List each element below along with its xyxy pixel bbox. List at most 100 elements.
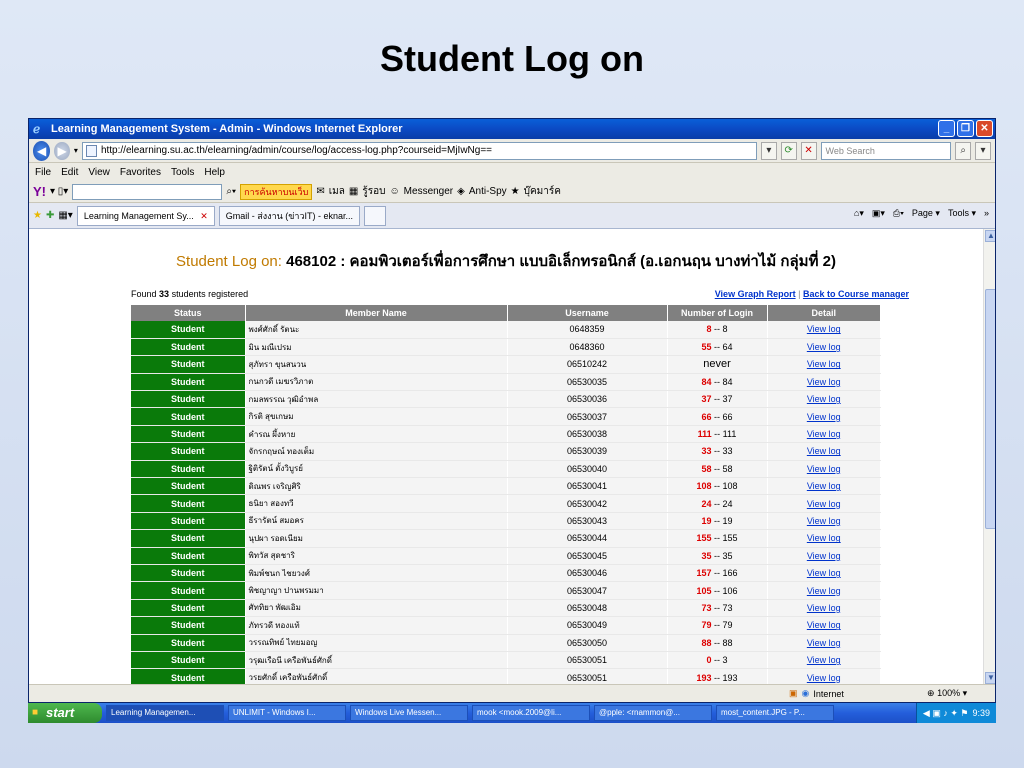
found-count: 33 (159, 289, 170, 299)
view-graph-report-link[interactable]: View Graph Report (715, 289, 796, 299)
page-menu[interactable]: Page ▾ (912, 208, 940, 219)
status-cell: Student (131, 477, 246, 496)
forward-button[interactable]: ▶ (54, 141, 70, 160)
antispy-button[interactable]: Anti-Spy (469, 186, 507, 197)
view-log-link[interactable]: View log (807, 586, 841, 596)
url-input[interactable]: http://elearning.su.ac.th/elearning/admi… (81, 141, 757, 160)
view-log-link[interactable]: View log (807, 638, 841, 648)
view-log-link[interactable]: View log (807, 394, 841, 404)
view-log-link[interactable]: View log (807, 359, 841, 369)
task-mook[interactable]: mook <mook.2009@li... (472, 705, 590, 721)
view-log-link[interactable]: View log (807, 481, 841, 491)
quick-tabs-icon[interactable]: ▦▾ (58, 210, 72, 221)
view-log-link[interactable]: View log (807, 499, 841, 509)
login-total: 73 (722, 602, 733, 613)
view-log-link[interactable]: View log (807, 533, 841, 543)
login-recent: 111 (697, 429, 712, 440)
minimize-button[interactable]: _ (938, 120, 955, 137)
view-log-link[interactable]: View log (807, 516, 841, 526)
view-log-link[interactable]: View log (807, 603, 841, 613)
scroll-up-icon[interactable]: ▲ (985, 230, 995, 242)
table-row: Student วรุฒเรือนี เครือพันธ์ศักดิ์ 065300… (131, 651, 881, 670)
view-log-link[interactable]: View log (807, 377, 841, 387)
view-log-link[interactable]: View log (807, 464, 841, 474)
vertical-scrollbar[interactable]: ▲ ▼ (983, 229, 995, 685)
task-lms[interactable]: Learning Managemen... (106, 705, 224, 721)
web-search-input[interactable]: Web Search (820, 141, 952, 160)
login-count-cell: 193 -- 193 (667, 668, 768, 685)
back-to-course-link[interactable]: Back to Course manager (803, 289, 909, 299)
tools-menu[interactable]: Tools ▾ (948, 208, 976, 219)
close-button[interactable]: ✕ (976, 120, 993, 137)
toolbar-search-input[interactable] (72, 183, 223, 200)
task-apple[interactable]: @pple: <rnammon@... (594, 705, 712, 721)
task-most-content[interactable]: most_content.JPG - P... (716, 705, 834, 721)
favorites-star-icon[interactable]: ★ (33, 210, 42, 221)
view-log-link[interactable]: View log (807, 342, 841, 352)
status-cell: Student (131, 651, 246, 670)
menu-view[interactable]: View (88, 167, 110, 178)
search-icon[interactable]: ⌕ (955, 141, 972, 160)
messenger-button[interactable]: Messenger (404, 186, 453, 197)
scroll-thumb[interactable] (985, 289, 995, 529)
back-button[interactable]: ◀ (33, 140, 51, 161)
home-icon[interactable]: ⌂▾ (854, 208, 864, 219)
task-unlimit[interactable]: UNLIMIT - Windows I... (228, 705, 346, 721)
search-options-button[interactable]: ▾ (975, 141, 991, 160)
web-search-button[interactable]: การค้นหาบนเว็บ (240, 183, 313, 200)
zoom-control[interactable]: ⊕ 100% ▾ (927, 688, 967, 699)
member-name-cell: ฐิติรัตน์ ตั้งวิบูรย์ (245, 460, 508, 479)
history-dropdown-icon[interactable]: ▾ (74, 146, 78, 155)
view-log-link[interactable]: View log (807, 551, 841, 561)
username-cell: 06530051 (507, 668, 668, 685)
table-row: Student ธีรารัตน์ สมอคร 06530043 19 -- 19 Vi… (131, 512, 881, 531)
bookmarks-button[interactable]: บุ๊คมาร์ค (524, 184, 561, 199)
tray-icons[interactable]: ◀ ▣ ♪ ✦ ⚑ (923, 708, 969, 719)
toolbar-search-icon[interactable]: ⌕▾ (226, 186, 236, 197)
view-log-link[interactable]: View log (807, 673, 841, 683)
yahoo-logo-icon[interactable]: Y! (33, 184, 46, 199)
table-row: Student สุภัทรา ขุนสนวน 06510242 never View … (131, 355, 881, 374)
view-log-link[interactable]: View log (807, 655, 841, 665)
add-favorites-icon[interactable]: ✚ (46, 210, 54, 221)
member-name-cell: พงศ์ศักดิ์ รัตนะ (245, 321, 508, 339)
menu-help[interactable]: Help (204, 167, 225, 178)
menu-file[interactable]: File (35, 167, 51, 178)
scroll-down-icon[interactable]: ▼ (985, 672, 995, 684)
tab-close-icon[interactable]: ✕ (200, 211, 208, 221)
member-name-cell: วรุฒเรือนี เครือพันธ์ศักดิ์ (245, 651, 508, 670)
refresh-button[interactable]: ⟳ (780, 141, 797, 160)
login-count-cell: 35 -- 35 (667, 547, 768, 565)
menu-edit[interactable]: Edit (61, 167, 78, 178)
new-tab-button[interactable] (364, 205, 387, 226)
view-log-link[interactable]: View log (807, 429, 841, 439)
window-titlebar[interactable]: ℯ Learning Management System - Admin - W… (29, 119, 995, 139)
stop-button[interactable]: ✕ (800, 141, 817, 160)
menu-favorites[interactable]: Favorites (120, 167, 161, 178)
tab-gmail[interactable]: Gmail - ส่งงาน (ข่าวIT) - eknar... (218, 205, 361, 226)
print-icon[interactable]: ⎙▾ (893, 208, 904, 219)
page-heading: Student Log on: 468102 : คอมพิวเตอร์เพื่… (29, 249, 983, 273)
mail-button[interactable]: เมล (329, 184, 345, 199)
start-button[interactable]: start (28, 703, 102, 723)
login-recent: 157 (696, 568, 712, 579)
task-messenger[interactable]: Windows Live Messen... (350, 705, 468, 721)
view-log-link[interactable]: View log (807, 568, 841, 578)
tab-lms[interactable]: Learning Management Sy... ✕ (76, 205, 215, 226)
zoom-dropdown-icon[interactable]: ▾ (963, 688, 968, 698)
feeds-icon[interactable]: ▣▾ (872, 208, 885, 219)
view-log-link[interactable]: View log (807, 324, 841, 334)
view-log-link[interactable]: View log (807, 446, 841, 456)
news-button[interactable]: รู้รอบ (362, 184, 385, 199)
login-recent: 108 (696, 481, 712, 492)
login-count-cell: 73 -- 73 (667, 599, 768, 618)
url-dropdown-button[interactable]: ▾ (760, 141, 777, 160)
chevron-more-icon[interactable]: » (984, 208, 989, 219)
menu-tools[interactable]: Tools (171, 167, 194, 178)
view-log-link[interactable]: View log (807, 620, 841, 630)
toolbar-options-icon[interactable]: ▾ ▯▾ (50, 186, 68, 197)
detail-cell: View log (767, 634, 881, 652)
view-log-link[interactable]: View log (807, 412, 841, 422)
member-name-cell: ภัทรวดี ทองแท้ (245, 616, 508, 635)
maximize-button[interactable]: ❐ (957, 120, 974, 137)
